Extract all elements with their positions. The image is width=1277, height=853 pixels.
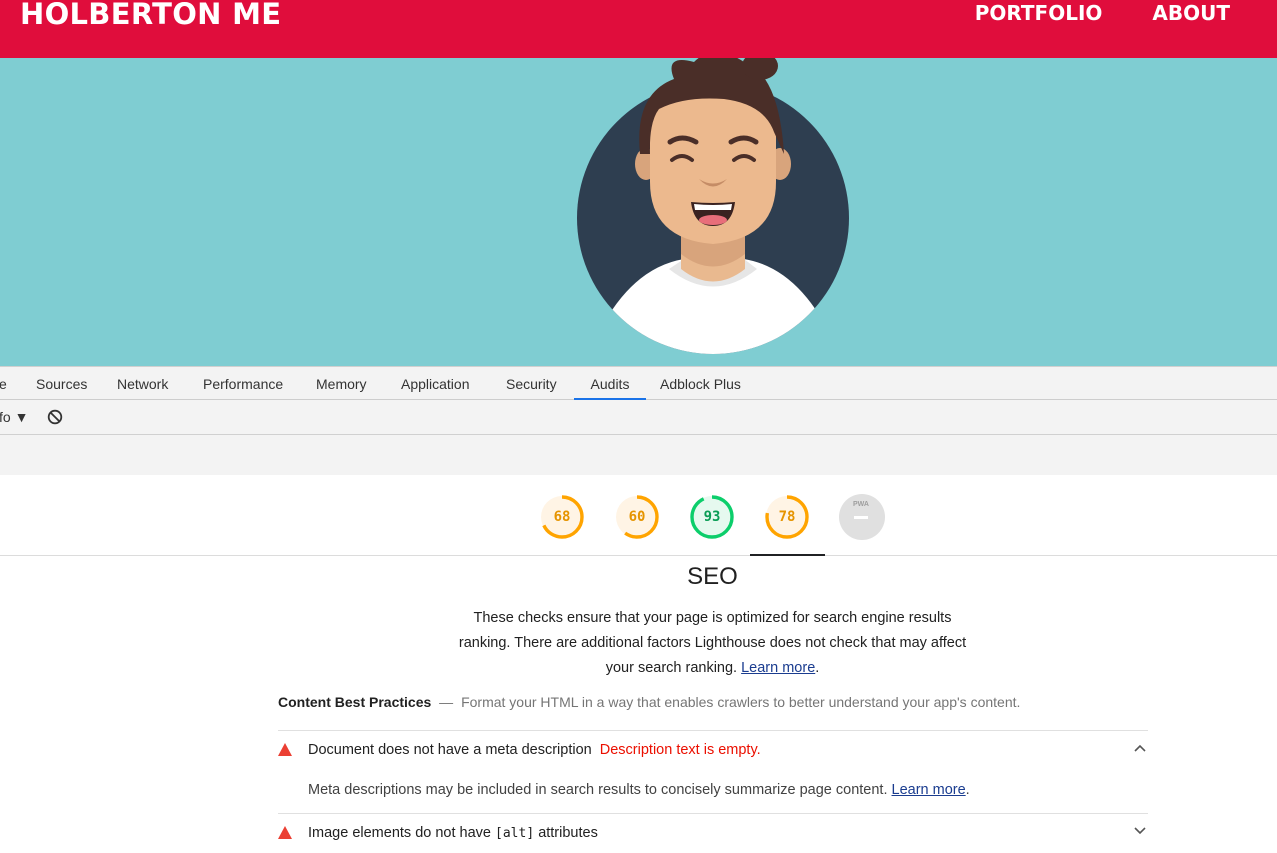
audit-group-header: Content Best Practices — Format your HTM… — [278, 694, 1158, 710]
section-description-text: These checks ensure that your page is op… — [458, 610, 967, 676]
group-separator: — — [439, 694, 454, 710]
section-description: These checks ensure that your page is op… — [455, 606, 970, 681]
nav-link-about[interactable]: ABOUT — [1152, 1, 1230, 25]
hero-banner — [0, 58, 1277, 366]
audit-title-suffix: attributes — [538, 825, 598, 841]
period: . — [965, 782, 970, 798]
devtools-toolbar: fo ▼ — [0, 400, 1277, 435]
tab-truncated[interactable]: e — [0, 367, 7, 400]
score-gauge[interactable]: 68 — [538, 493, 586, 541]
audit-title-text: Document does not have a meta descriptio… — [308, 742, 592, 758]
nav-link-portfolio[interactable]: PORTFOLIO — [975, 1, 1103, 25]
pwa-dash — [854, 516, 868, 519]
tab-audits[interactable]: Audits — [574, 367, 646, 400]
score-value: 78 — [778, 509, 796, 525]
warning-triangle-icon — [278, 743, 292, 756]
site-header: HOLBERTON ME PORTFOLIO ABOUT — [0, 0, 1277, 58]
group-description: Format your HTML in a way that enables c… — [461, 694, 1021, 710]
tab-sources[interactable]: Sources — [36, 367, 87, 400]
score-value: 93 — [703, 509, 721, 525]
audit-learn-more-link[interactable]: Learn more — [892, 782, 966, 798]
tab-security[interactable]: Security — [506, 367, 557, 400]
score-gauges: 68 60 93 78 PWA — [0, 475, 1277, 556]
audit-description: Meta descriptions may be included in sea… — [308, 782, 970, 798]
tab-memory[interactable]: Memory — [316, 367, 367, 400]
chevron-down-icon[interactable] — [1134, 827, 1146, 835]
learn-more-link[interactable]: Learn more — [741, 660, 815, 676]
score-gauge-selected[interactable]: 78 — [763, 493, 811, 541]
audit-row-image-alt[interactable]: Image elements do not have [alt] attribu… — [278, 813, 1148, 853]
audit-title-prefix: Image elements do not have — [308, 825, 491, 841]
audit-title: Document does not have a meta descriptio… — [308, 742, 761, 758]
devtools-blank-area — [0, 435, 1277, 475]
devtools-tab-bar: e Sources Network Performance Memory App… — [0, 366, 1277, 400]
tab-adblock-plus[interactable]: Adblock Plus — [660, 367, 741, 400]
audit-error-text: Description text is empty. — [599, 742, 761, 758]
score-gauge[interactable]: 60 — [613, 493, 661, 541]
avatar-illustration — [577, 58, 849, 354]
log-level-dropdown[interactable]: fo ▼ — [0, 409, 28, 425]
tab-application[interactable]: Application — [401, 367, 470, 400]
site-nav: PORTFOLIO ABOUT — [975, 1, 1230, 25]
score-value: 60 — [628, 509, 646, 525]
audit-row-meta-description[interactable]: Document does not have a meta descriptio… — [278, 730, 1148, 814]
site-logo[interactable]: HOLBERTON ME — [20, 0, 281, 31]
no-entry-icon[interactable] — [47, 409, 63, 430]
selected-score-underline — [750, 554, 825, 556]
tab-network[interactable]: Network — [117, 367, 168, 400]
audit-description-text: Meta descriptions may be included in sea… — [308, 782, 888, 798]
score-value: 68 — [553, 509, 571, 525]
group-title: Content Best Practices — [278, 694, 432, 710]
pwa-badge[interactable]: PWA — [838, 493, 886, 541]
score-gauge[interactable]: 93 — [688, 493, 736, 541]
period: . — [815, 660, 820, 676]
audit-title-code: [alt] — [495, 826, 535, 841]
warning-triangle-icon — [278, 826, 292, 839]
tab-performance[interactable]: Performance — [203, 367, 283, 400]
chevron-up-icon[interactable] — [1134, 744, 1146, 752]
audit-title: Image elements do not have [alt] attribu… — [308, 825, 598, 841]
pwa-label: PWA — [853, 501, 869, 508]
section-title: SEO — [687, 563, 738, 590]
